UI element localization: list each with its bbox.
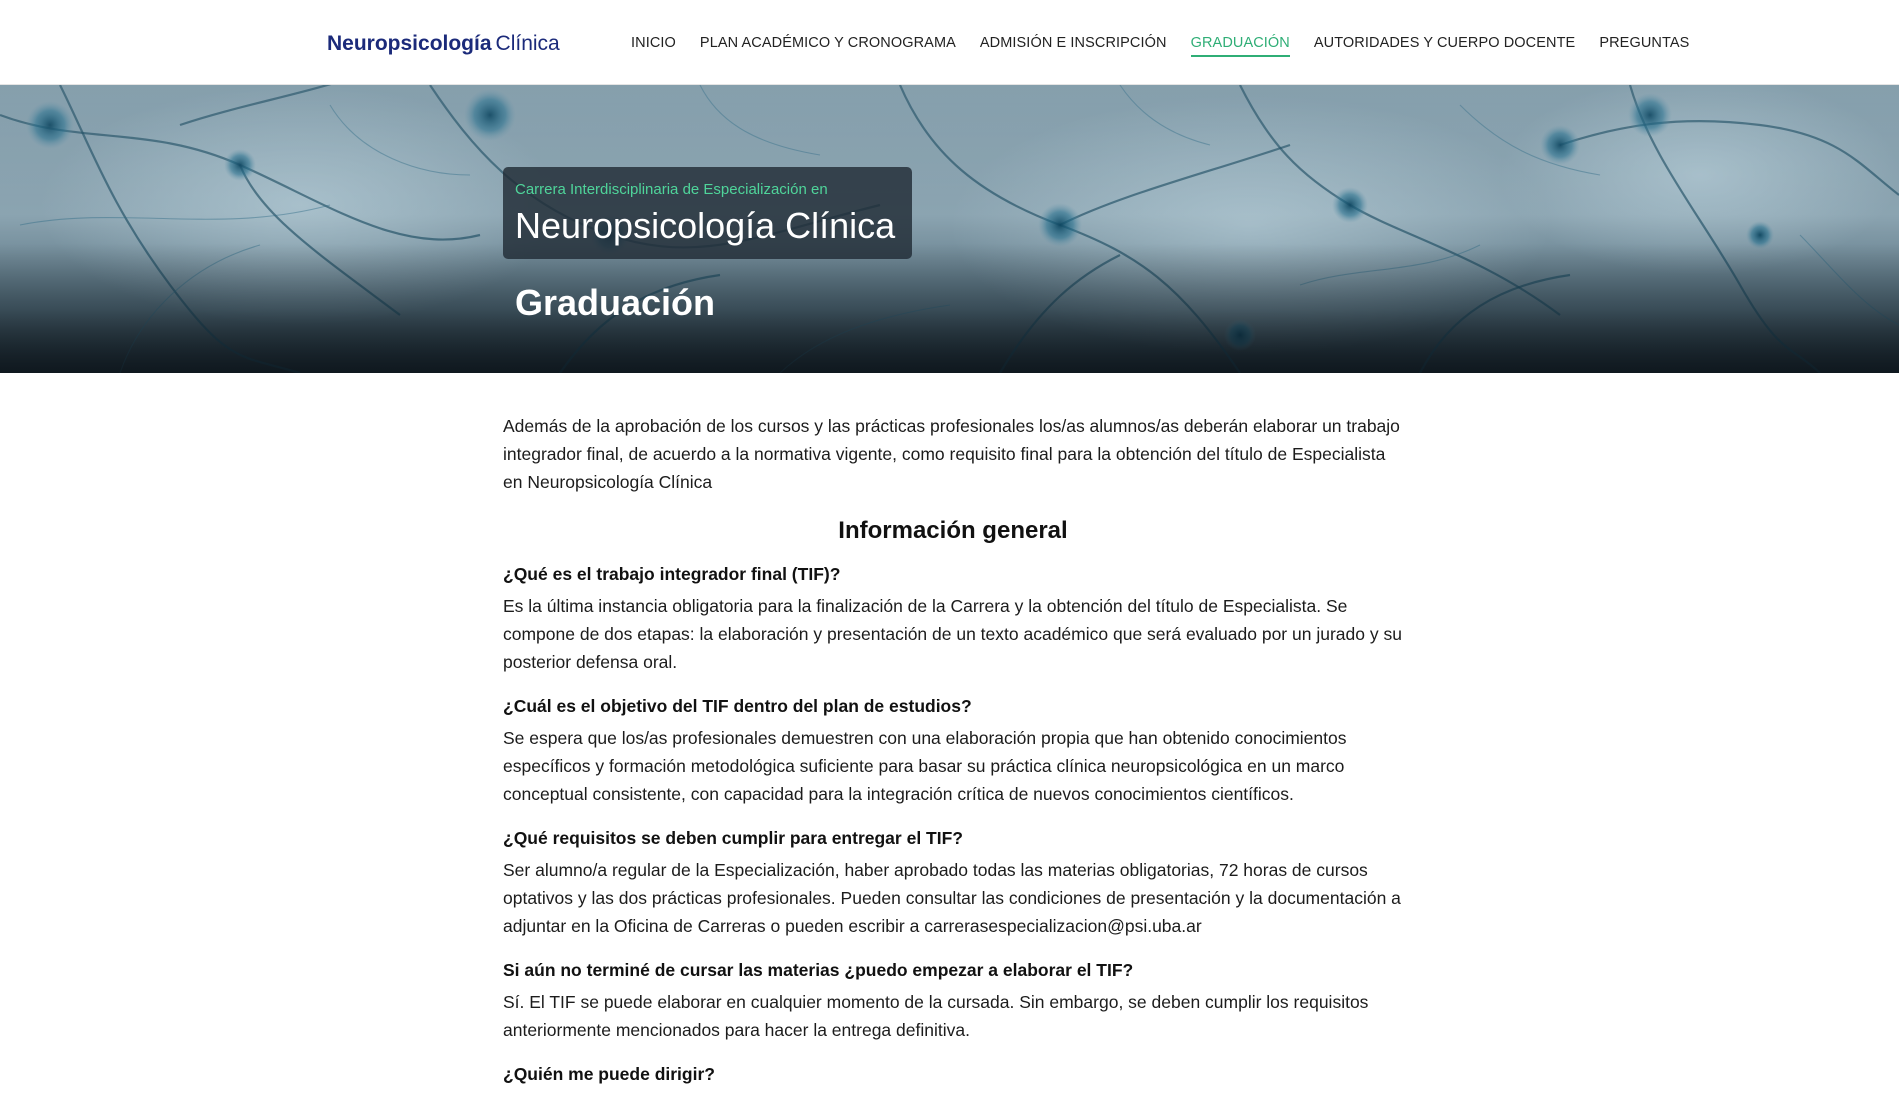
faq-answer: Se espera que los/as profesionales demue… (503, 728, 1347, 804)
faq-answer: Es la última instancia obligatoria para … (503, 596, 1402, 672)
intro-paragraph: Además de la aprobación de los cursos y … (503, 416, 1400, 492)
faq-question: ¿Cuál es el objetivo del TIF dentro del … (503, 696, 972, 716)
nav-item-autoridades[interactable]: AUTORIDADES Y CUERPO DOCENTE (1314, 35, 1575, 55)
brand-name-bold: Neuropsicología (327, 32, 492, 55)
brand-logo-link[interactable]: Neuropsicología Clínica (327, 32, 560, 56)
nav-item-admision[interactable]: ADMISIÓN E INSCRIPCIÓN (980, 35, 1167, 55)
faq-item: ¿Cuál es el objetivo del TIF dentro del … (503, 692, 1403, 808)
nav-item-graduacion[interactable]: GRADUACIÓN (1190, 35, 1290, 57)
page-title: Graduación (515, 282, 716, 323)
hero-banner: Carrera Interdisciplinaria de Especializ… (0, 85, 1899, 373)
faq-item: Si aún no terminé de cursar las materias… (503, 956, 1403, 1044)
faq-question: ¿Qué es el trabajo integrador final (TIF… (503, 564, 841, 584)
faq-item: ¿Qué requisitos se deben cumplir para en… (503, 824, 1403, 940)
hero-dark-overlay (0, 85, 1899, 373)
faq-item: ¿Quién me puede dirigir? (503, 1060, 1403, 1088)
nav-item-preguntas[interactable]: PREGUNTAS (1599, 35, 1689, 55)
main-content: Además de la aprobación de los cursos y … (503, 412, 1403, 1104)
brand-name-light: Clínica (495, 32, 560, 55)
faq-item: ¿Qué es el trabajo integrador final (TIF… (503, 560, 1403, 676)
faq-question: ¿Quién me puede dirigir? (503, 1064, 715, 1084)
hero-title-card: Carrera Interdisciplinaria de Especializ… (503, 167, 912, 259)
faq-answer: Ser alumno/a regular de la Especializaci… (503, 860, 1401, 936)
faq-question: ¿Qué requisitos se deben cumplir para en… (503, 828, 963, 848)
hero-subtitle: Carrera Interdisciplinaria de Especializ… (515, 181, 828, 198)
nav-item-plan-academico[interactable]: PLAN ACADÉMICO Y CRONOGRAMA (700, 35, 956, 55)
main-nav: INICIO PLAN ACADÉMICO Y CRONOGRAMA ADMIS… (631, 35, 1689, 57)
faq-answer: Sí. El TIF se puede elaborar en cualquie… (503, 992, 1369, 1040)
nav-item-inicio[interactable]: INICIO (631, 35, 676, 55)
faq-question: Si aún no terminé de cursar las materias… (503, 960, 1134, 980)
hero-title: Neuropsicología Clínica (515, 205, 896, 246)
section-title: Información general (838, 517, 1068, 544)
top-navbar: Neuropsicología Clínica INICIO PLAN ACADÉ… (0, 0, 1899, 85)
